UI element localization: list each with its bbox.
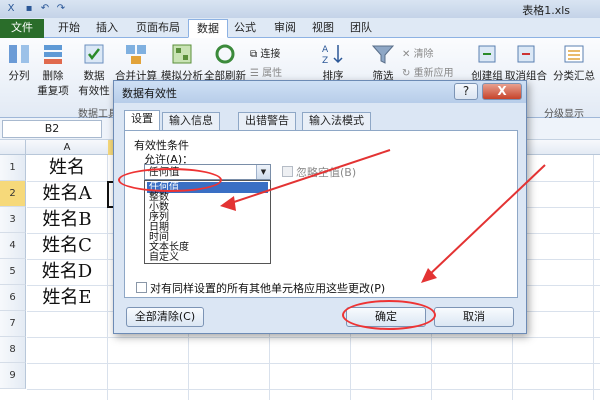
annotation-arrow-ok <box>427 164 546 277</box>
annotation-arrows <box>220 149 546 283</box>
arrow-head-icon <box>220 196 236 211</box>
annotation-arrow-allow <box>227 149 391 205</box>
